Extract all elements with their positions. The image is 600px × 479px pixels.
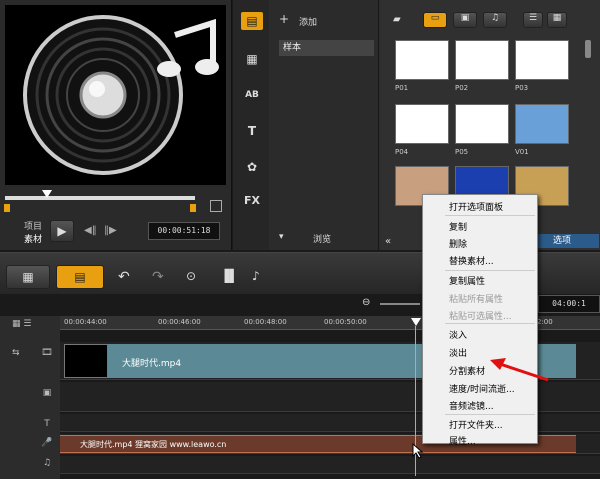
show-photo-icon[interactable]: ▣ bbox=[453, 12, 477, 28]
auto-music-icon[interactable]: ♪ bbox=[252, 269, 260, 283]
thumbnail-label: P03 bbox=[515, 84, 529, 92]
context-menu: 打开选项面板 复制 删除 替换素材... 复制属性 粘贴所有属性 粘贴可选属性... 淡入 淡出… bbox=[422, 194, 538, 447]
sound-mixer-icon[interactable]: ▐▌ bbox=[220, 269, 238, 283]
show-video-icon[interactable]: ▭ bbox=[423, 12, 447, 28]
media-thumbnail[interactable] bbox=[395, 40, 449, 80]
media-thumbnail[interactable] bbox=[515, 104, 569, 144]
folder-panel: + 添加 样本 ▾ 浏览 bbox=[269, 0, 379, 250]
track-headers: ▦ ☰ ⇆ 🎞 ▣ T 🎤 ♫ bbox=[0, 316, 60, 479]
next-frame-icon[interactable]: ‖▶ bbox=[104, 225, 117, 236]
library-toolbar: ▤ ▦ AB T ✿ FX bbox=[233, 0, 269, 250]
options-label[interactable]: 选项 bbox=[529, 234, 599, 248]
red-arrow-icon bbox=[490, 358, 549, 382]
menu-separator bbox=[445, 414, 535, 415]
overlay-track-icon: ▣ bbox=[42, 388, 52, 398]
collapse-icon[interactable]: « bbox=[385, 236, 391, 247]
context-menu-item[interactable]: 属性... bbox=[423, 433, 537, 451]
context-menu-item: 粘贴所有属性 bbox=[449, 295, 504, 305]
grid-view-icon[interactable]: ▦ bbox=[547, 12, 567, 28]
graphic-icon[interactable]: ✿ bbox=[241, 158, 263, 176]
sample-folder[interactable]: 样本 bbox=[279, 40, 374, 56]
scrub-track[interactable] bbox=[5, 196, 195, 200]
menu-separator bbox=[445, 215, 535, 216]
ruler-tick: 00:00:46:00 bbox=[158, 318, 201, 326]
project-timecode[interactable]: 04:00:1 bbox=[538, 295, 600, 313]
prev-frame-icon[interactable]: ◀‖ bbox=[84, 225, 97, 236]
ruler-tick: 00:00:44:00 bbox=[64, 318, 107, 326]
media-thumbnail[interactable] bbox=[395, 104, 449, 144]
media-thumbnail[interactable] bbox=[515, 40, 569, 80]
project-label[interactable]: 项目 bbox=[24, 219, 42, 232]
playhead-marker[interactable] bbox=[411, 318, 421, 326]
timecode-display[interactable]: 00:00:51:18 bbox=[148, 222, 220, 240]
trim-out-marker[interactable] bbox=[190, 204, 196, 212]
music-track[interactable] bbox=[60, 456, 600, 474]
add-icon[interactable]: + bbox=[279, 12, 289, 26]
music-track-icon: ♫ bbox=[42, 458, 52, 468]
context-menu-item[interactable]: 复制 bbox=[423, 219, 537, 237]
video-track-icon: 🎞 bbox=[41, 348, 53, 358]
enlarge-icon[interactable] bbox=[210, 200, 222, 212]
ruler-tick: 00:00:48:00 bbox=[244, 318, 287, 326]
thumbnail-label: P04 bbox=[395, 148, 409, 156]
zoom-out-icon[interactable]: ⊖ bbox=[362, 297, 370, 308]
voice-track-icon: 🎤 bbox=[41, 438, 53, 448]
transition-icon[interactable]: ▦ bbox=[241, 50, 263, 68]
thumbnail-label: P01 bbox=[395, 84, 409, 92]
menu-separator bbox=[445, 323, 535, 324]
menu-separator bbox=[445, 270, 535, 271]
context-menu-item[interactable]: 删除 bbox=[423, 236, 537, 254]
clip-label[interactable]: 素材 bbox=[24, 232, 42, 245]
context-menu-item[interactable]: 淡入 bbox=[423, 327, 537, 345]
media-thumbnail[interactable] bbox=[455, 40, 509, 80]
media-thumbnail[interactable] bbox=[455, 104, 509, 144]
audio-clip-label: 大腿时代.mp4 狸窝家园 www.leawo.cn bbox=[80, 440, 227, 449]
context-menu-item[interactable]: 替换素材... bbox=[423, 253, 537, 271]
mouse-cursor-icon bbox=[412, 443, 424, 459]
trim-in-marker[interactable] bbox=[4, 204, 10, 212]
scrubber-handle[interactable] bbox=[42, 190, 52, 198]
ruler-tick: 00:00:50:00 bbox=[324, 318, 367, 326]
record-capture-icon[interactable]: ⊙ bbox=[186, 269, 196, 283]
video-clip-label: 大腿时代.mp4 bbox=[122, 359, 182, 369]
filter-icon[interactable]: FX bbox=[241, 192, 263, 210]
preview-panel: 项目 素材 ▶ ◀‖ ‖▶ 00:00:51:18 bbox=[0, 0, 232, 250]
storyboard-view-icon[interactable]: ▦ bbox=[6, 265, 50, 289]
title-icon[interactable]: T bbox=[241, 122, 263, 140]
thumbnail-label: V01 bbox=[515, 148, 529, 156]
title-track-icon: T bbox=[44, 419, 50, 429]
context-menu-item[interactable]: 复制属性 bbox=[423, 273, 537, 291]
redo-icon[interactable]: ↷ bbox=[152, 269, 164, 285]
track-manager-icon[interactable]: ▦ ☰ bbox=[12, 319, 31, 329]
browse-label[interactable]: 浏览 bbox=[313, 232, 331, 245]
library-panel: ▤ ▦ AB T ✿ FX + 添加 样本 ▾ 浏览 ▰ ▭ ▣ ♫ ☰ ▦ P… bbox=[233, 0, 600, 250]
ripple-edit-icon[interactable]: ⇆ bbox=[12, 348, 20, 358]
zoom-slider[interactable] bbox=[380, 303, 420, 305]
scrollbar[interactable] bbox=[585, 40, 591, 58]
timeline-view-icon[interactable]: ▤ bbox=[56, 265, 104, 289]
transition-ab-icon[interactable]: AB bbox=[241, 86, 263, 104]
show-audio-icon[interactable]: ♫ bbox=[483, 12, 507, 28]
browse-icon[interactable]: ▾ bbox=[279, 232, 284, 242]
add-folder-label[interactable]: 添加 bbox=[299, 15, 317, 28]
list-view-icon[interactable]: ☰ bbox=[523, 12, 543, 28]
clip-thumbnail bbox=[64, 344, 108, 378]
undo-icon[interactable]: ↶ bbox=[118, 269, 130, 285]
thumbnail-label: P02 bbox=[455, 84, 469, 92]
preview-screen bbox=[5, 5, 226, 185]
media-icon[interactable]: ▤ bbox=[241, 12, 263, 30]
music-speaker-icon bbox=[23, 15, 219, 175]
folder-icon[interactable]: ▰ bbox=[393, 14, 401, 25]
thumbnail-label: P05 bbox=[455, 148, 469, 156]
play-button[interactable]: ▶ bbox=[50, 220, 74, 242]
